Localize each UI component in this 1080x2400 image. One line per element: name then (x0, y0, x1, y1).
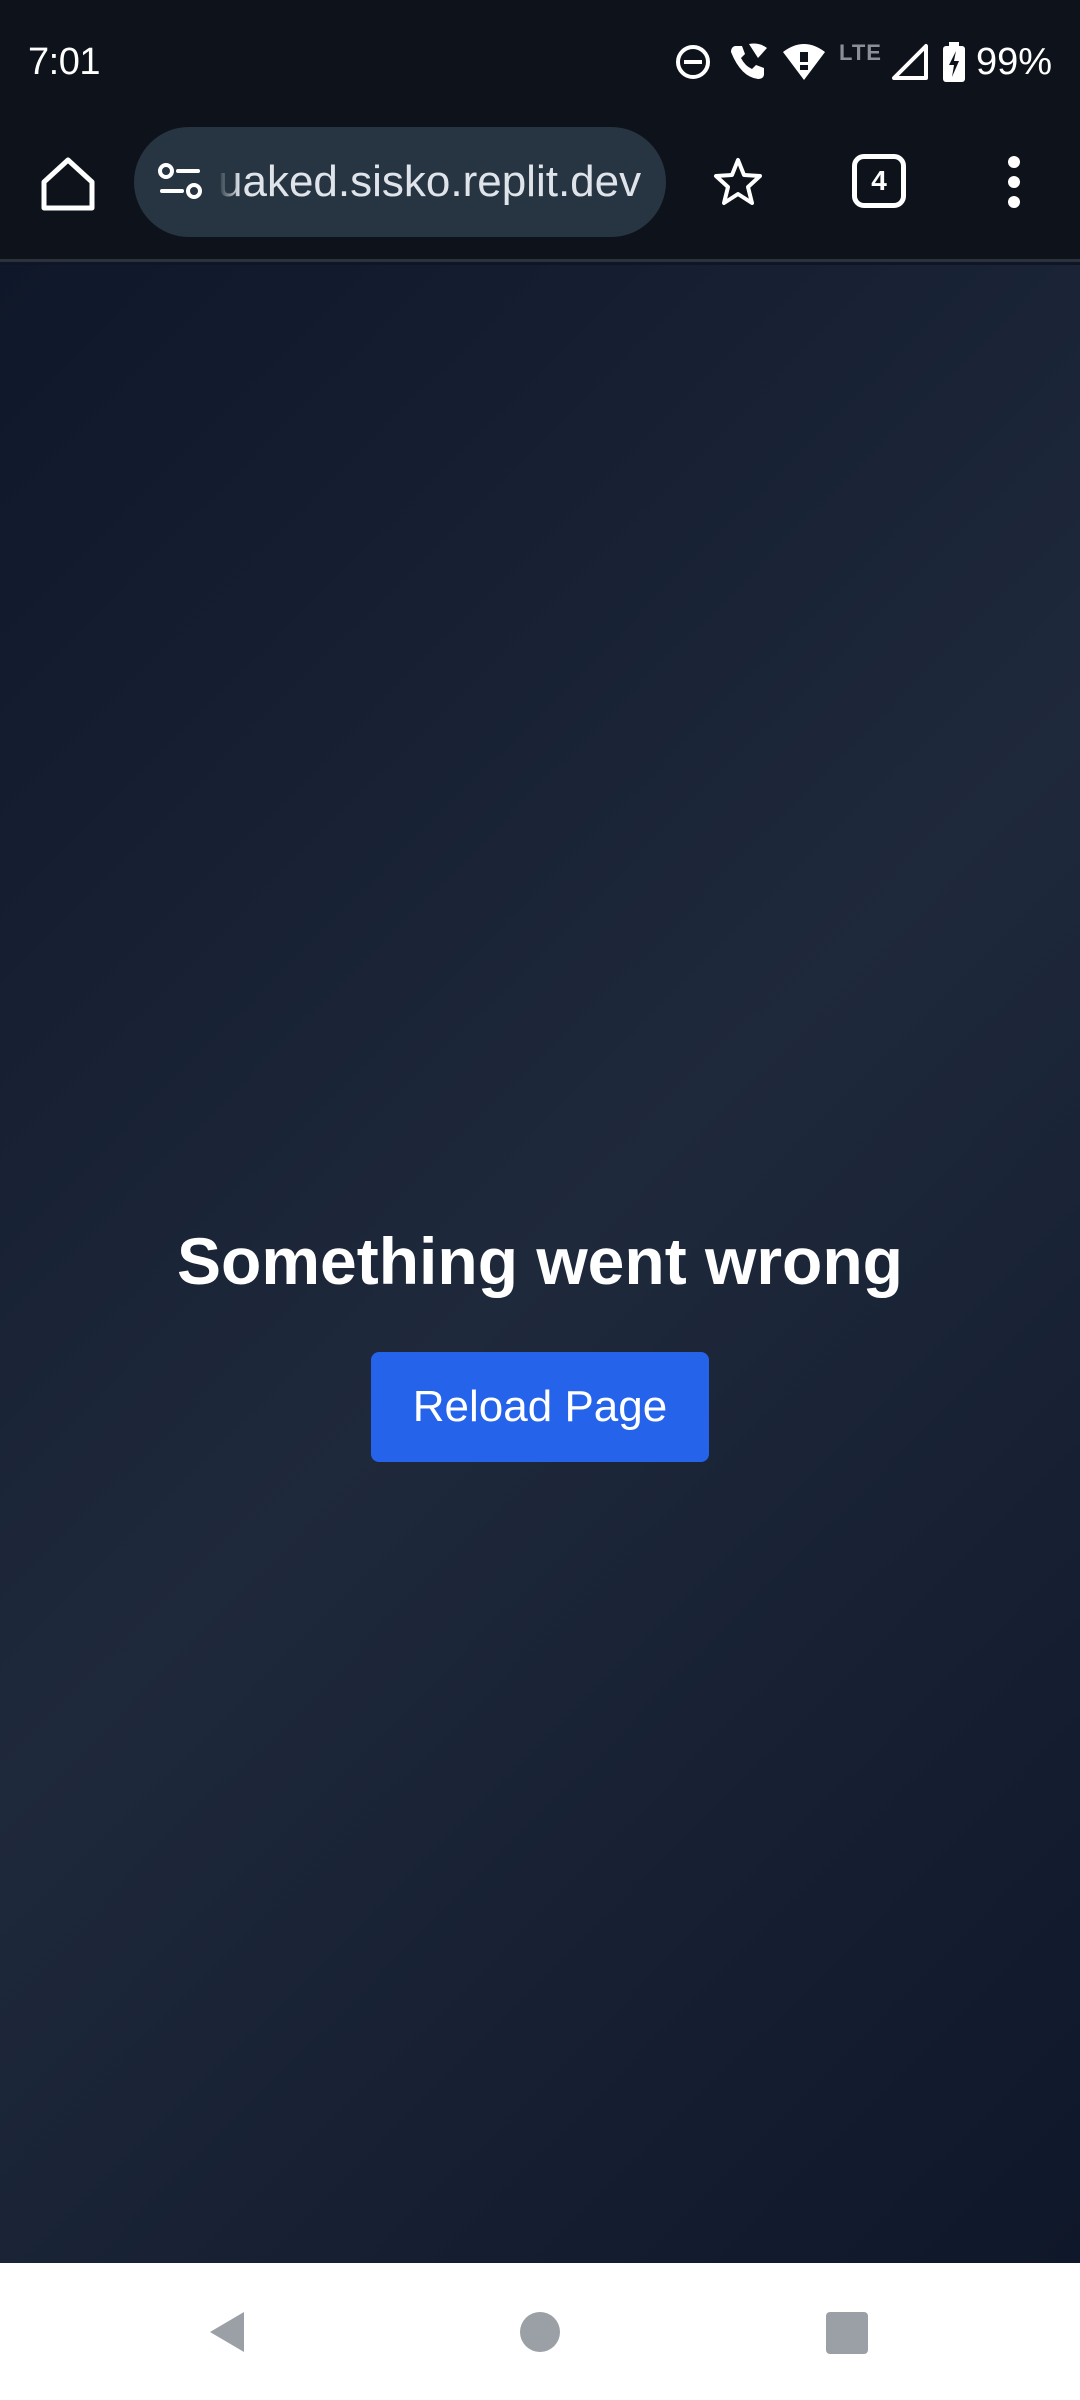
tab-switcher-icon[interactable]: 4 (852, 154, 906, 208)
recents-icon[interactable] (826, 2312, 868, 2354)
overflow-menu-icon[interactable] (1000, 152, 1028, 212)
status-bar: 7:01 LTE 99% (0, 0, 1080, 124)
browser-toolbar: uaked.sisko.replit.dev 4 (0, 124, 1080, 262)
battery-percent: 99% (975, 41, 1052, 83)
url-text[interactable]: uaked.sisko.replit.dev (218, 127, 648, 237)
navigation-bar (0, 2263, 1080, 2400)
battery-charging-icon (942, 41, 966, 83)
home-circle-icon[interactable] (520, 2312, 560, 2352)
page-content: Something went wrong Reload Page (0, 265, 1080, 2263)
wifi-icon (781, 42, 827, 82)
reload-page-button[interactable]: Reload Page (371, 1352, 709, 1462)
status-time: 7:01 (28, 41, 100, 83)
status-icons: LTE 99% (673, 36, 1052, 88)
address-bar[interactable]: uaked.sisko.replit.dev (134, 127, 666, 237)
site-settings-icon[interactable] (156, 161, 204, 203)
wifi-calling-icon (725, 40, 769, 84)
bookmark-star-icon[interactable] (712, 156, 764, 208)
network-type: LTE (839, 40, 882, 65)
error-title: Something went wrong (177, 1224, 903, 1298)
home-icon[interactable] (36, 152, 100, 216)
cell-signal-icon (890, 42, 930, 82)
do-not-disturb-icon (673, 42, 713, 82)
back-icon[interactable] (204, 2308, 252, 2356)
